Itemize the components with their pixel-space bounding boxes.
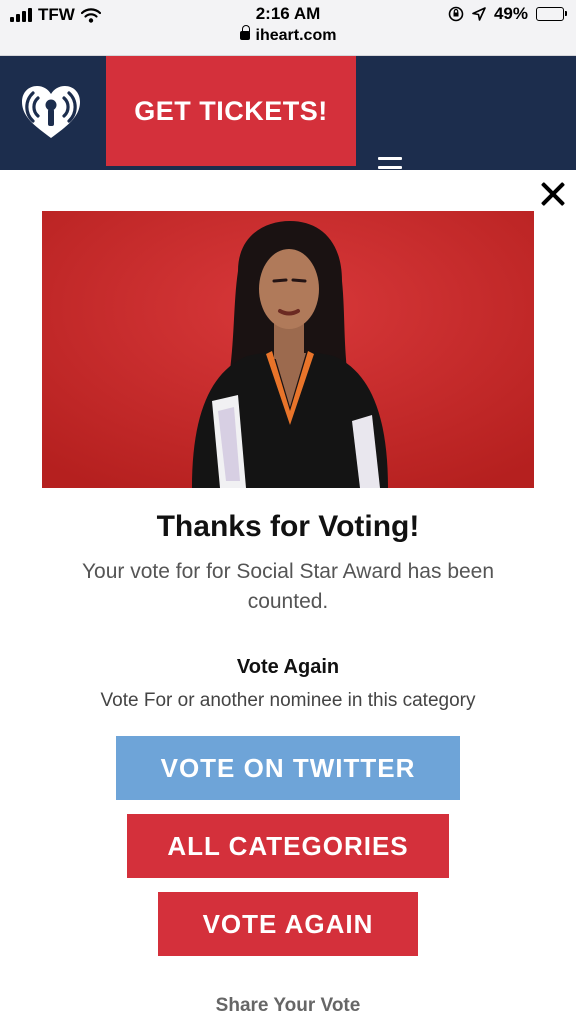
- vote-on-twitter-button[interactable]: VOTE ON TWITTER: [116, 736, 460, 800]
- status-right: 49%: [448, 4, 567, 24]
- status-bar: TFW 2:16 AM iheart.com 49%: [0, 0, 576, 56]
- hamburger-menu-icon[interactable]: [378, 157, 402, 177]
- url-text: iheart.com: [255, 27, 337, 44]
- battery-percent: 49%: [493, 4, 528, 23]
- all-categories-button[interactable]: ALL CATEGORIES: [127, 814, 449, 878]
- share-your-vote-heading: Share Your Vote: [215, 995, 361, 1016]
- lock-icon: [239, 25, 250, 40]
- thanks-title: Thanks for Voting!: [156, 510, 420, 543]
- iheart-logo-icon[interactable]: [18, 82, 84, 142]
- orientation-lock-icon: [448, 6, 464, 22]
- vote-counted-message: Your vote for for Social Star Award has …: [81, 560, 495, 613]
- address-bar[interactable]: iheart.com: [0, 25, 576, 45]
- location-arrow-icon: [472, 7, 486, 21]
- battery-icon: [536, 7, 567, 21]
- close-icon[interactable]: [540, 181, 566, 207]
- get-tickets-button[interactable]: GET TICKETS!: [106, 56, 356, 166]
- nominee-photo: [42, 211, 534, 488]
- vote-again-heading: Vote Again: [236, 656, 340, 678]
- vote-again-subtext: Vote For or another nominee in this cate…: [100, 690, 476, 711]
- vote-again-button[interactable]: VOTE AGAIN: [158, 892, 418, 956]
